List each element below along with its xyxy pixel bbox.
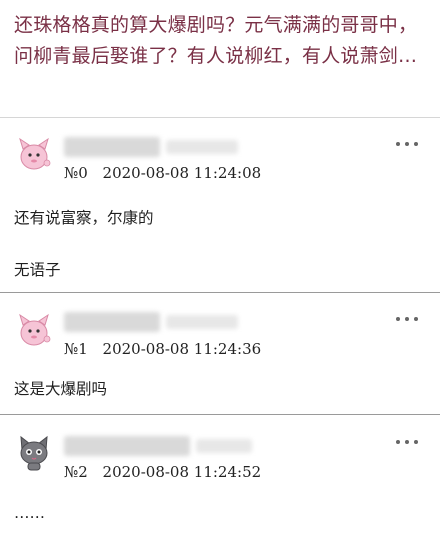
floor-number: №0: [64, 164, 88, 182]
floor-number: №1: [64, 340, 88, 358]
comment-datetime: 2020-08-08 11:24:36: [102, 340, 262, 358]
author-name-blurred[interactable]: [64, 137, 160, 157]
comment-datetime: 2020-08-08 11:24:08: [102, 164, 262, 182]
more-options-icon[interactable]: [396, 315, 418, 323]
comment-text: 无语子: [14, 261, 61, 279]
comment-divider: [0, 414, 440, 415]
author-handle-blurred: [166, 315, 238, 329]
author-name-blurred[interactable]: [64, 436, 190, 456]
comment-text: 这是大爆剧吗: [14, 380, 108, 398]
comment-meta: №0 2020-08-08 11:24:08: [64, 164, 261, 182]
floor-number: №2: [64, 463, 88, 481]
comment-text: 还有说富察，尔康的: [14, 209, 154, 227]
author-handle-blurred: [196, 439, 252, 453]
more-options-icon[interactable]: [396, 438, 418, 446]
comment-meta: №2 2020-08-08 11:24:52: [64, 463, 261, 481]
comment-datetime: 2020-08-08 11:24:52: [102, 463, 262, 481]
comment-meta: №1 2020-08-08 11:24:36: [64, 340, 261, 358]
author-handle-blurred: [166, 140, 238, 154]
pink-cartoon-creature-icon[interactable]: [14, 133, 54, 173]
comment-divider: [0, 292, 440, 293]
author-name-blurred[interactable]: [64, 312, 160, 332]
more-options-icon[interactable]: [396, 140, 418, 148]
pink-cartoon-creature-icon[interactable]: [14, 309, 54, 349]
comment-text: ……: [14, 504, 45, 522]
gray-cat-icon[interactable]: [14, 432, 54, 472]
title-divider: [0, 117, 440, 118]
post-title: 还珠格格真的算大爆剧吗？元气满满的哥哥中，问柳青最后娶谁了？有人说柳红，有人说萧…: [14, 14, 418, 67]
